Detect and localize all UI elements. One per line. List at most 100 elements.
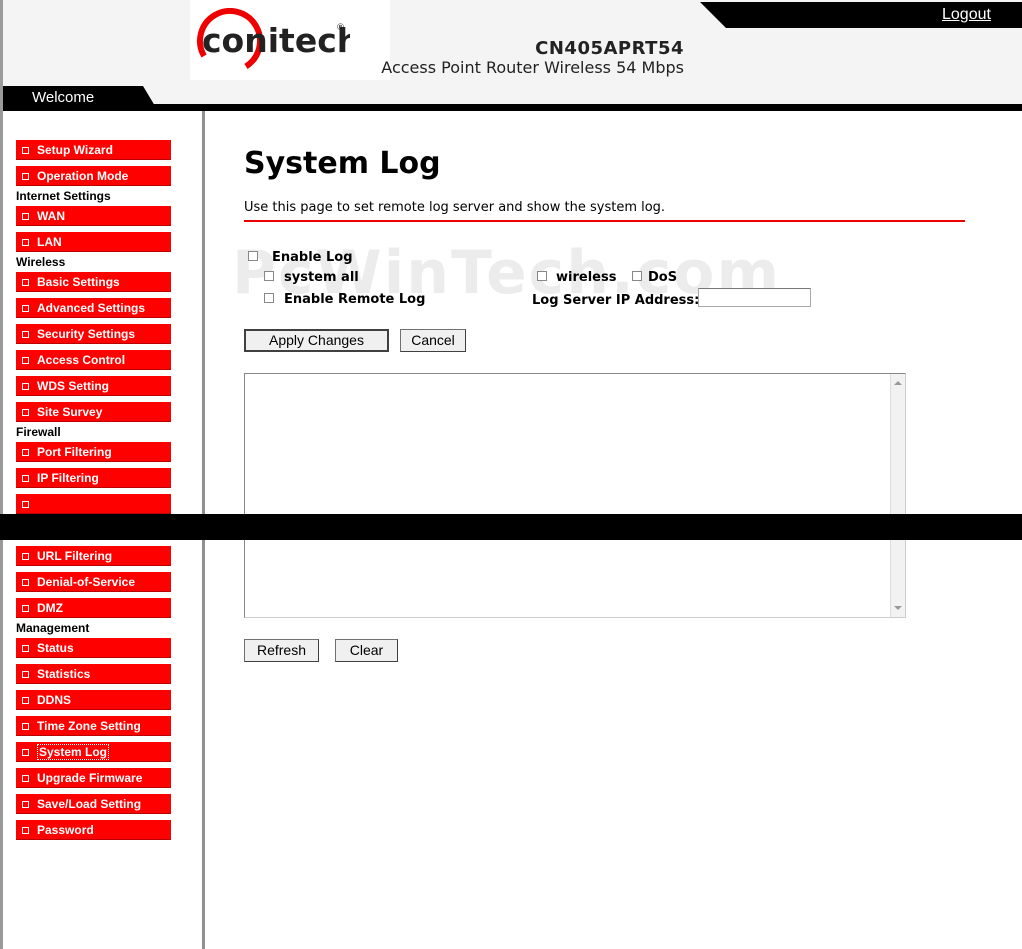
square-bullet-icon xyxy=(22,605,29,612)
sidebar-item-ddns[interactable]: DDNS xyxy=(16,690,171,710)
square-bullet-icon xyxy=(22,305,29,312)
sidebar-section-heading: Firewall xyxy=(16,425,61,439)
sidebar-item-security-settings[interactable]: Security Settings xyxy=(16,324,171,344)
sidebar-section-heading: Management xyxy=(16,621,90,635)
sidebar-item-upgrade-firmware[interactable]: Upgrade Firmware xyxy=(16,768,171,788)
square-bullet-icon xyxy=(22,475,29,482)
square-bullet-icon xyxy=(22,553,29,560)
redaction-bar xyxy=(0,514,1022,540)
dos-checkbox[interactable] xyxy=(632,271,642,281)
system-all-checkbox[interactable] xyxy=(264,271,274,281)
sidebar-item-label: Port Filtering xyxy=(37,444,112,459)
logout-link[interactable]: Logout xyxy=(942,6,991,24)
enable-remote-log-checkbox[interactable] xyxy=(264,293,274,303)
sidebar-item-label: Basic Settings xyxy=(37,274,120,289)
sidebar-item-label: IP Filtering xyxy=(37,470,99,485)
sidebar-item-wan[interactable]: WAN xyxy=(16,206,171,226)
header-strip xyxy=(3,104,1022,111)
square-bullet-icon xyxy=(22,749,29,756)
sidebar-item-password[interactable]: Password xyxy=(16,820,171,840)
log-server-ip-input[interactable] xyxy=(698,288,811,307)
sidebar-item-label: Status xyxy=(37,640,74,655)
refresh-button[interactable]: Refresh xyxy=(244,639,319,662)
scroll-up-icon[interactable] xyxy=(894,381,902,385)
sidebar-item-label: Statistics xyxy=(37,666,91,681)
sidebar-item-label: Save/Load Setting xyxy=(37,796,142,811)
sidebar-item-access-control[interactable]: Access Control xyxy=(16,350,171,370)
square-bullet-icon xyxy=(22,697,29,704)
product-subtitle: Access Point Router Wireless 54 Mbps xyxy=(381,58,684,77)
page-title: System Log xyxy=(244,146,441,181)
welcome-label: Welcome xyxy=(32,89,95,106)
wireless-label: wireless xyxy=(556,270,617,285)
square-bullet-icon xyxy=(22,331,29,338)
sidebar-item-operation-mode[interactable]: Operation Mode xyxy=(16,166,171,186)
sidebar-item-wds-setting[interactable]: WDS Setting xyxy=(16,376,171,396)
sidebar-item-label: Time Zone Setting xyxy=(37,718,141,733)
sidebar-item-dmz[interactable]: DMZ xyxy=(16,598,171,618)
square-bullet-icon xyxy=(22,501,29,508)
square-bullet-icon xyxy=(22,213,29,220)
sidebar-item-time-zone-setting[interactable]: Time Zone Setting xyxy=(16,716,171,736)
sidebar-item-advanced-settings[interactable]: Advanced Settings xyxy=(16,298,171,318)
sidebar-item-label: Access Control xyxy=(37,352,126,367)
title-divider xyxy=(244,220,965,222)
sidebar-item-hidden[interactable] xyxy=(16,494,171,514)
enable-log-checkbox[interactable] xyxy=(248,251,258,261)
square-bullet-icon xyxy=(22,801,29,808)
sidebar-item-system-log[interactable]: System Log xyxy=(16,742,171,762)
log-scrollbar[interactable] xyxy=(890,374,905,617)
sidebar-item-ip-filtering[interactable]: IP Filtering xyxy=(16,468,171,488)
sidebar-item-label: Upgrade Firmware xyxy=(37,770,143,785)
sidebar-item-label: Setup Wizard xyxy=(37,142,113,157)
page-description: Use this page to set remote log server a… xyxy=(244,200,666,215)
sidebar-item-label: DMZ xyxy=(37,600,63,615)
square-bullet-icon xyxy=(22,723,29,730)
sidebar-nav: Setup Wizard Operation Mode Internet Setti… xyxy=(16,140,172,846)
sidebar-item-url-filtering[interactable]: URL Filtering xyxy=(16,546,171,566)
sidebar-item-setup-wizard[interactable]: Setup Wizard xyxy=(16,140,171,160)
square-bullet-icon xyxy=(22,671,29,678)
log-server-ip-label: Log Server IP Address: xyxy=(532,293,700,308)
sidebar-item-site-survey[interactable]: Site Survey xyxy=(16,402,171,422)
svg-text:conitech: conitech xyxy=(202,21,350,60)
sidebar-item-denial-of-service[interactable]: Denial-of-Service xyxy=(16,572,171,592)
square-bullet-icon xyxy=(22,449,29,456)
square-bullet-icon xyxy=(22,827,29,834)
sidebar-item-label: Denial-of-Service xyxy=(37,574,136,589)
cancel-button[interactable]: Cancel xyxy=(400,329,466,352)
sidebar-item-label: Site Survey xyxy=(37,404,103,419)
square-bullet-icon xyxy=(22,279,29,286)
sidebar-item-lan[interactable]: LAN xyxy=(16,232,171,252)
model-number: CN405APRT54 xyxy=(535,38,684,59)
scroll-down-icon[interactable] xyxy=(894,606,902,610)
square-bullet-icon xyxy=(22,579,29,586)
sidebar-item-label: URL Filtering xyxy=(37,548,113,563)
sidebar-item-label: System Log xyxy=(37,743,110,760)
sidebar-item-statistics[interactable]: Statistics xyxy=(16,664,171,684)
sidebar-item-label: Password xyxy=(37,822,94,837)
square-bullet-icon xyxy=(22,645,29,652)
sidebar-section-heading: Internet Settings xyxy=(16,189,111,203)
square-bullet-icon xyxy=(22,173,29,180)
enable-remote-log-label: Enable Remote Log xyxy=(284,292,426,307)
sidebar-item-label: LAN xyxy=(37,234,62,249)
sidebar-item-label: Operation Mode xyxy=(37,168,129,183)
sidebar-item-port-filtering[interactable]: Port Filtering xyxy=(16,442,171,462)
sidebar-item-status[interactable]: Status xyxy=(16,638,171,658)
sidebar-item-save-load-setting[interactable]: Save/Load Setting xyxy=(16,794,171,814)
svg-text:®: ® xyxy=(336,23,345,33)
square-bullet-icon xyxy=(22,357,29,364)
clear-button[interactable]: Clear xyxy=(335,639,398,662)
square-bullet-icon xyxy=(22,409,29,416)
system-log-textarea[interactable] xyxy=(244,373,906,618)
sidebar-item-label: WAN xyxy=(37,208,65,223)
apply-changes-button[interactable]: Apply Changes xyxy=(244,329,389,352)
enable-log-label: Enable Log xyxy=(272,250,353,265)
sidebar-item-label: Security Settings xyxy=(37,326,136,341)
dos-label: DoS xyxy=(648,270,678,285)
wireless-checkbox[interactable] xyxy=(537,271,547,281)
sidebar-item-basic-settings[interactable]: Basic Settings xyxy=(16,272,171,292)
sidebar-item-label: WDS Setting xyxy=(37,378,109,393)
sidebar-item-label: Advanced Settings xyxy=(37,300,146,315)
